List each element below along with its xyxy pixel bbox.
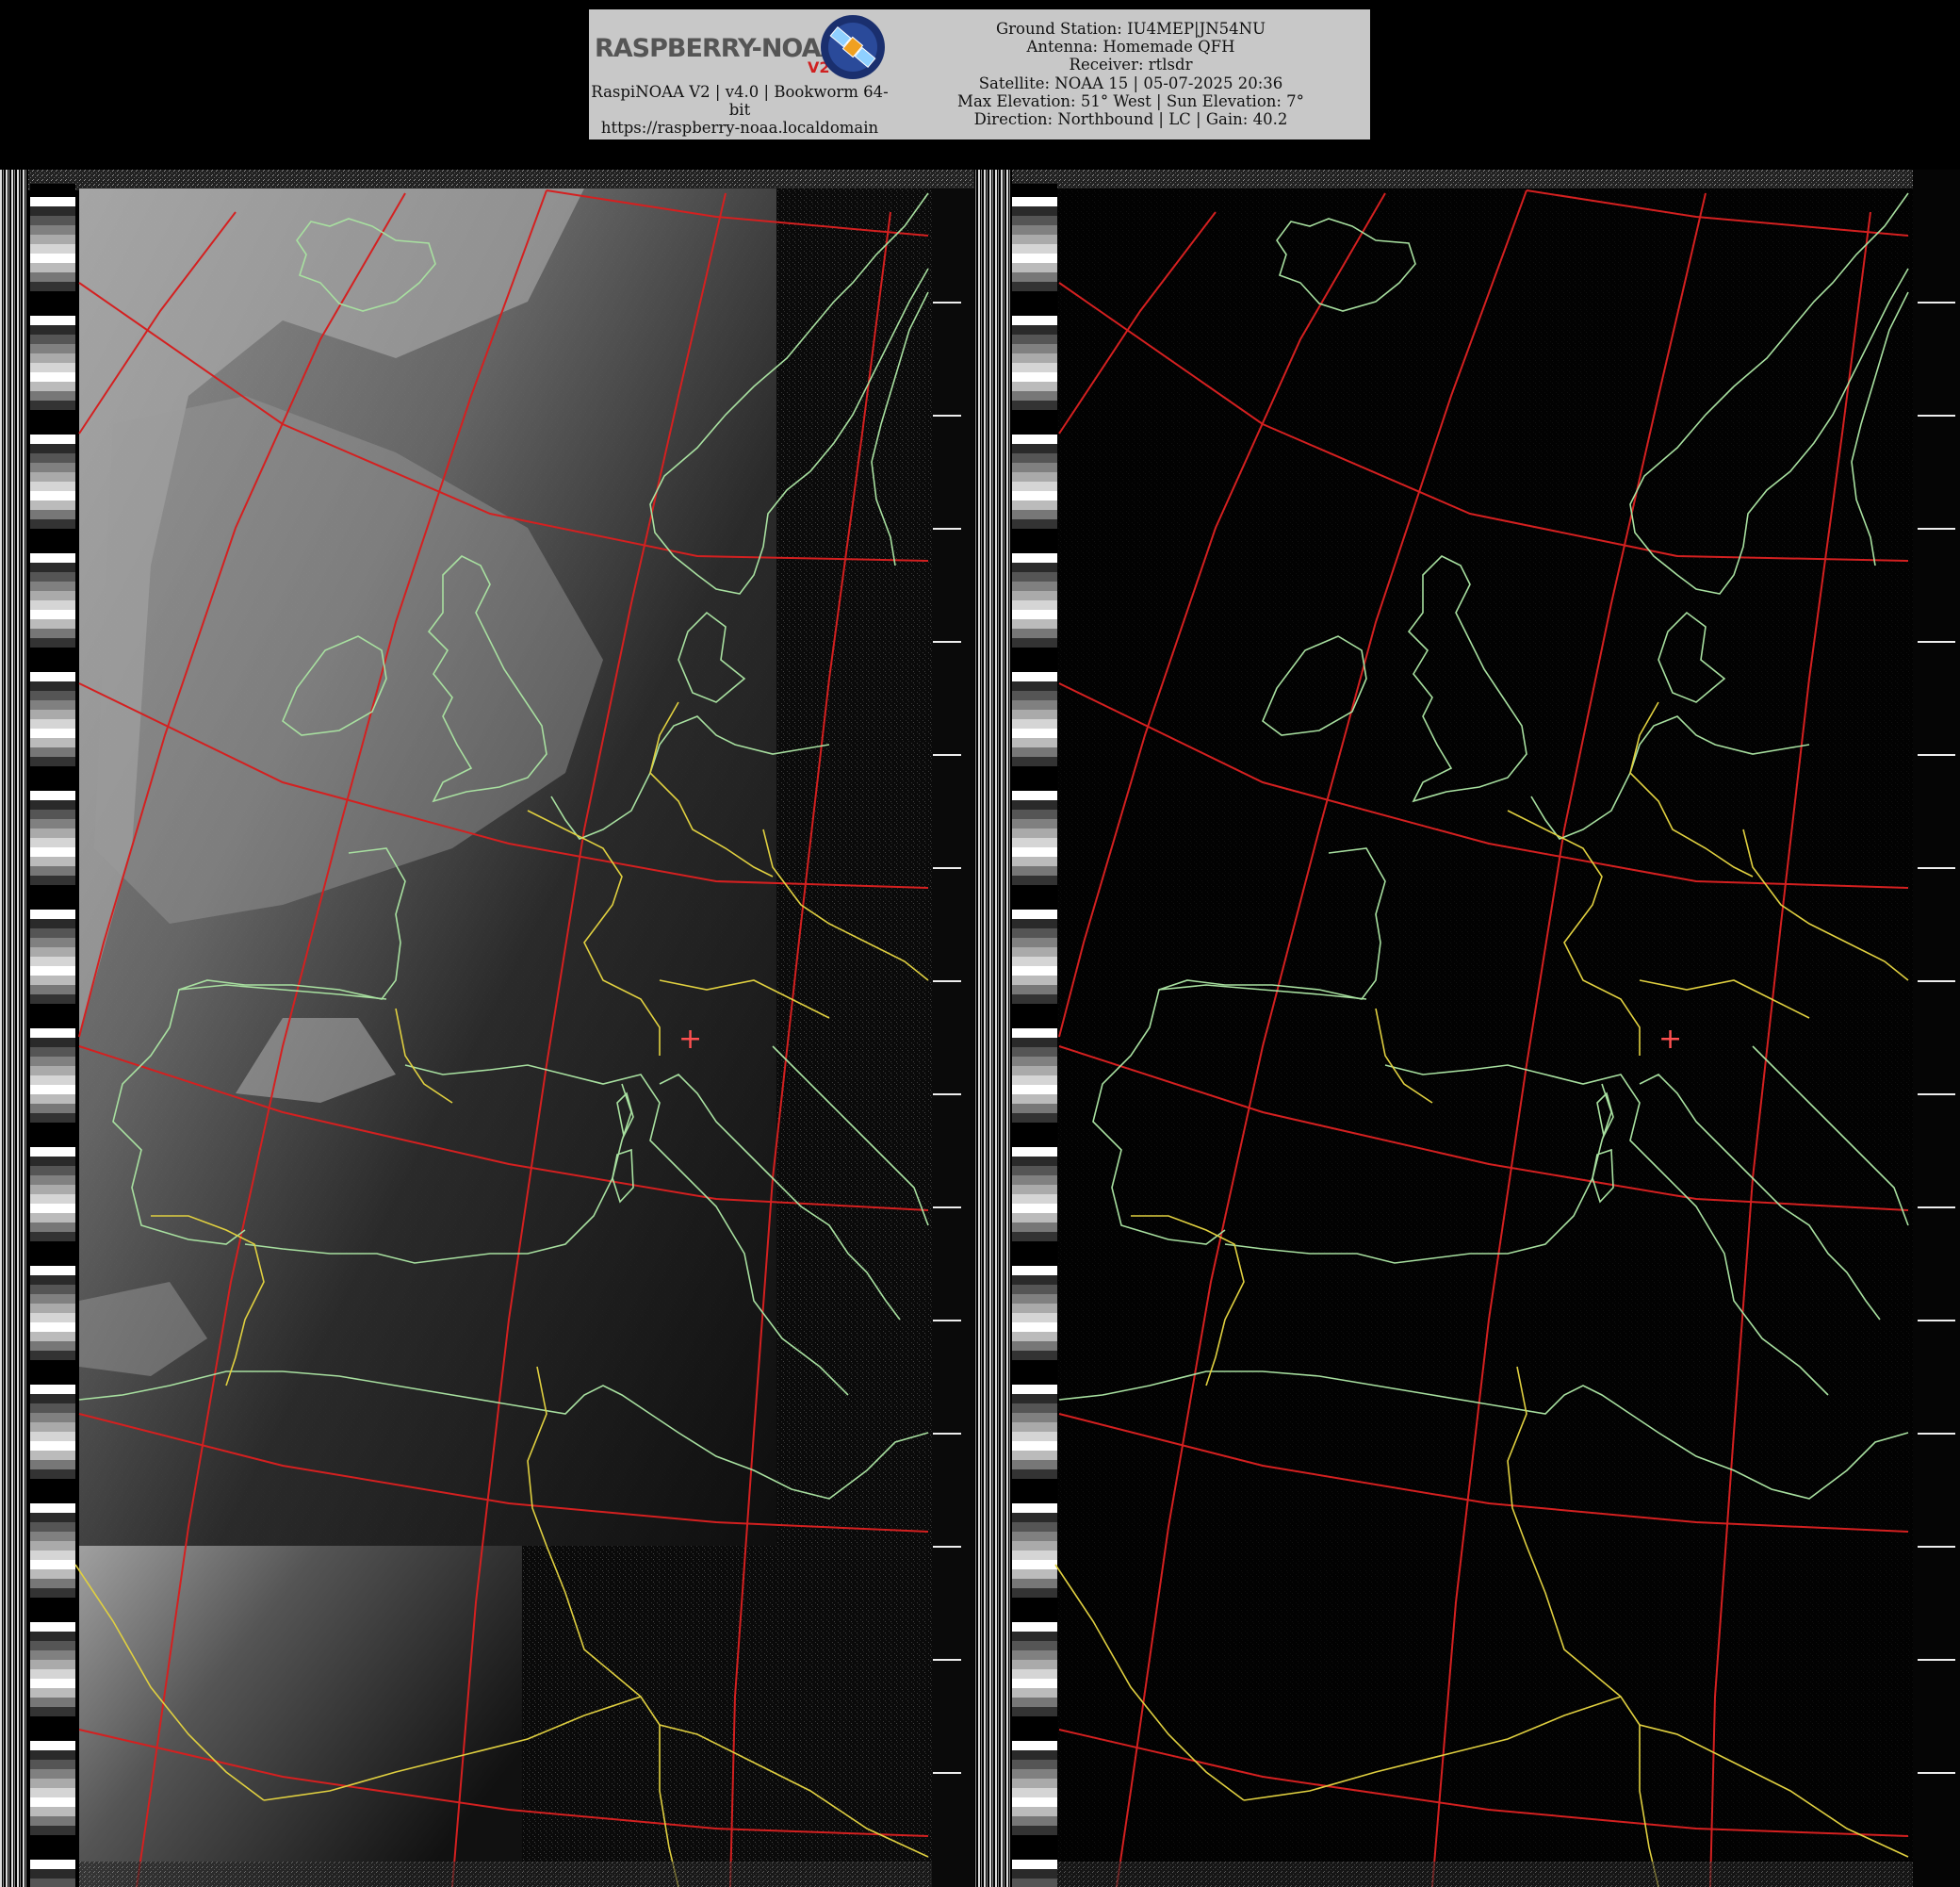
- station-url: https://raspberry-noaa.localdomain: [600, 119, 879, 137]
- ground-station-marker: +: [678, 1023, 702, 1056]
- satellite-line: Satellite: NOAA 15 | 05-07-2025 20:36: [978, 74, 1283, 92]
- pass-info: Ground Station: IU4MEP|JN54NU Antenna: H…: [900, 20, 1362, 128]
- antenna-line: Antenna: Homemade QFH: [1026, 38, 1235, 57]
- ground-station-marker-ir: +: [1658, 1023, 1682, 1056]
- ground-station-line: Ground Station: IU4MEP|JN54NU: [995, 20, 1266, 38]
- receiver-line: Receiver: rtlsdr: [1069, 56, 1193, 74]
- header-panel: RASPBERRY-NOAA V2 RaspiNOAA V2 | v4.0 | …: [589, 9, 1370, 139]
- satellite-image: + +: [0, 170, 1960, 1887]
- version-block: RaspiNOAA V2 | v4.0 | Bookworm 64-bit ht…: [589, 83, 890, 137]
- logo: RASPBERRY-NOAA V2 RaspiNOAA V2 | v4.0 | …: [589, 9, 890, 139]
- logo-text: RASPBERRY-NOAA: [595, 34, 840, 63]
- version-line: RaspiNOAA V2 | v4.0 | Bookworm 64-bit: [591, 83, 889, 119]
- satellite-icon: [821, 15, 885, 79]
- elevation-line: Max Elevation: 51° West | Sun Elevation:…: [957, 91, 1304, 110]
- direction-line: Direction: Northbound | LC | Gain: 40.2: [973, 110, 1288, 129]
